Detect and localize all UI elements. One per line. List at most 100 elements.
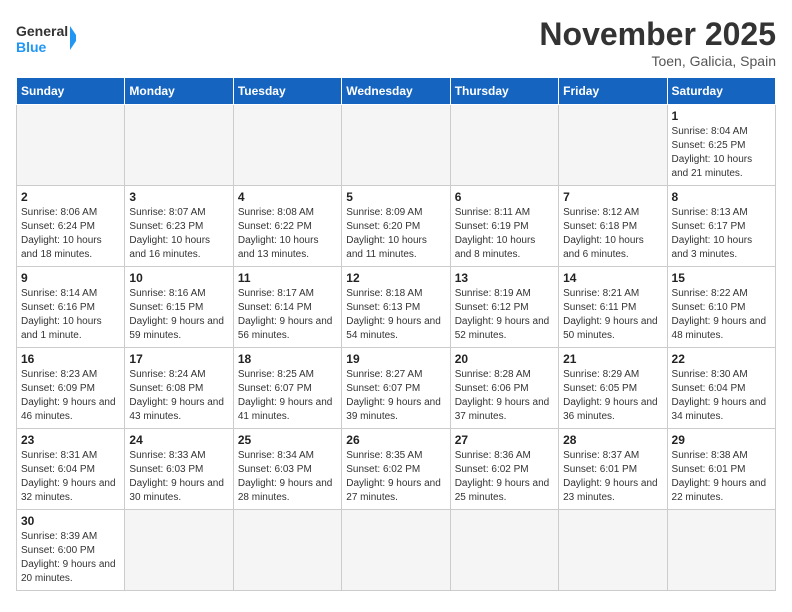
day-number: 6 <box>455 190 554 204</box>
logo: General Blue <box>16 16 76 60</box>
calendar-table: SundayMondayTuesdayWednesdayThursdayFrid… <box>16 77 776 591</box>
day-number: 25 <box>238 433 337 447</box>
calendar-cell: 14 Sunrise: 8:21 AM Sunset: 6:11 PM Dayli… <box>559 267 667 348</box>
day-number: 10 <box>129 271 228 285</box>
day-number: 13 <box>455 271 554 285</box>
weekday-header-sunday: Sunday <box>17 78 125 105</box>
day-info: Sunrise: 8:04 AM Sunset: 6:25 PM Dayligh… <box>672 125 771 181</box>
day-info: Sunrise: 8:06 AM Sunset: 6:24 PM Dayligh… <box>21 206 120 262</box>
day-number: 4 <box>238 190 337 204</box>
weekday-header-monday: Monday <box>125 78 233 105</box>
day-number: 26 <box>346 433 445 447</box>
page-header: General Blue November 2025 Toen, Galicia… <box>16 16 776 69</box>
day-info: Sunrise: 8:12 AM Sunset: 6:18 PM Dayligh… <box>563 206 662 262</box>
day-info: Sunrise: 8:14 AM Sunset: 6:16 PM Dayligh… <box>21 287 120 343</box>
calendar-cell: 29Sunrise: 8:38 AM Sunset: 6:01 PM Dayli… <box>667 429 775 510</box>
day-number: 27 <box>455 433 554 447</box>
weekday-header-tuesday: Tuesday <box>233 78 341 105</box>
day-number: 15 <box>672 271 771 285</box>
day-info: Sunrise: 8:11 AM Sunset: 6:19 PM Dayligh… <box>455 206 554 262</box>
day-info: Sunrise: 8:39 AM Sunset: 6:00 PM Dayligh… <box>21 530 120 586</box>
day-info: Sunrise: 8:33 AM Sunset: 6:03 PM Dayligh… <box>129 449 228 505</box>
day-info: Sunrise: 8:09 AM Sunset: 6:20 PM Dayligh… <box>346 206 445 262</box>
day-info: Sunrise: 8:27 AM Sunset: 6:07 PM Dayligh… <box>346 368 445 424</box>
calendar-cell: 5Sunrise: 8:09 AM Sunset: 6:20 PM Daylig… <box>342 186 450 267</box>
calendar-cell: 16Sunrise: 8:23 AM Sunset: 6:09 PM Dayli… <box>17 348 125 429</box>
calendar-cell: 20 Sunrise: 8:28 AM Sunset: 6:06 PM Dayli… <box>450 348 558 429</box>
calendar-cell: 28 Sunrise: 8:37 AM Sunset: 6:01 PM Dayli… <box>559 429 667 510</box>
day-number: 1 <box>672 109 771 123</box>
day-number: 19 <box>346 352 445 366</box>
calendar-cell: 24 Sunrise: 8:33 AM Sunset: 6:03 PM Dayli… <box>125 429 233 510</box>
calendar-cell <box>125 510 233 591</box>
calendar-cell: 30 Sunrise: 8:39 AM Sunset: 6:00 PM Dayli… <box>17 510 125 591</box>
calendar-cell: 8 Sunrise: 8:13 AM Sunset: 6:17 PM Daylig… <box>667 186 775 267</box>
calendar-cell: 17 Sunrise: 8:24 AM Sunset: 6:08 PM Dayli… <box>125 348 233 429</box>
calendar-cell <box>559 105 667 186</box>
weekday-header-wednesday: Wednesday <box>342 78 450 105</box>
calendar-cell: 12 Sunrise: 8:18 AM Sunset: 6:13 PM Dayli… <box>342 267 450 348</box>
day-info: Sunrise: 8:28 AM Sunset: 6:06 PM Dayligh… <box>455 368 554 424</box>
day-info: Sunrise: 8:36 AM Sunset: 6:02 PM Dayligh… <box>455 449 554 505</box>
calendar-cell: 11 Sunrise: 8:17 AM Sunset: 6:14 PM Dayli… <box>233 267 341 348</box>
calendar-cell: 25 Sunrise: 8:34 AM Sunset: 6:03 PM Dayli… <box>233 429 341 510</box>
day-info: Sunrise: 8:17 AM Sunset: 6:14 PM Dayligh… <box>238 287 337 343</box>
day-number: 30 <box>21 514 120 528</box>
day-info: Sunrise: 8:13 AM Sunset: 6:17 PM Dayligh… <box>672 206 771 262</box>
day-info: Sunrise: 8:30 AM Sunset: 6:04 PM Dayligh… <box>672 368 771 424</box>
calendar-cell: 22 Sunrise: 8:30 AM Sunset: 6:04 PM Dayli… <box>667 348 775 429</box>
day-number: 23 <box>21 433 120 447</box>
weekday-header-friday: Friday <box>559 78 667 105</box>
calendar-cell: 4 Sunrise: 8:08 AM Sunset: 6:22 PM Daylig… <box>233 186 341 267</box>
calendar-cell <box>667 510 775 591</box>
calendar-cell: 9Sunrise: 8:14 AM Sunset: 6:16 PM Daylig… <box>17 267 125 348</box>
calendar-cell <box>342 510 450 591</box>
day-number: 8 <box>672 190 771 204</box>
day-number: 3 <box>129 190 228 204</box>
calendar-cell: 15 Sunrise: 8:22 AM Sunset: 6:10 PM Dayli… <box>667 267 775 348</box>
calendar-cell <box>342 105 450 186</box>
day-info: Sunrise: 8:19 AM Sunset: 6:12 PM Dayligh… <box>455 287 554 343</box>
day-info: Sunrise: 8:24 AM Sunset: 6:08 PM Dayligh… <box>129 368 228 424</box>
day-number: 24 <box>129 433 228 447</box>
weekday-header-saturday: Saturday <box>667 78 775 105</box>
calendar-cell: 23 Sunrise: 8:31 AM Sunset: 6:04 PM Dayli… <box>17 429 125 510</box>
day-info: Sunrise: 8:08 AM Sunset: 6:22 PM Dayligh… <box>238 206 337 262</box>
day-info: Sunrise: 8:21 AM Sunset: 6:11 PM Dayligh… <box>563 287 662 343</box>
calendar-cell: 19 Sunrise: 8:27 AM Sunset: 6:07 PM Dayli… <box>342 348 450 429</box>
day-number: 14 <box>563 271 662 285</box>
title-block: November 2025 Toen, Galicia, Spain <box>539 16 776 69</box>
month-title: November 2025 <box>539 16 776 53</box>
day-number: 29 <box>672 433 771 447</box>
calendar-cell: 27 Sunrise: 8:36 AM Sunset: 6:02 PM Dayli… <box>450 429 558 510</box>
day-info: Sunrise: 8:25 AM Sunset: 6:07 PM Dayligh… <box>238 368 337 424</box>
day-number: 7 <box>563 190 662 204</box>
calendar-cell: 21Sunrise: 8:29 AM Sunset: 6:05 PM Dayli… <box>559 348 667 429</box>
day-number: 17 <box>129 352 228 366</box>
day-number: 18 <box>238 352 337 366</box>
day-number: 28 <box>563 433 662 447</box>
calendar-cell: 18 Sunrise: 8:25 AM Sunset: 6:07 PM Dayli… <box>233 348 341 429</box>
calendar-cell <box>125 105 233 186</box>
day-info: Sunrise: 8:16 AM Sunset: 6:15 PM Dayligh… <box>129 287 228 343</box>
day-info: Sunrise: 8:35 AM Sunset: 6:02 PM Dayligh… <box>346 449 445 505</box>
day-number: 12 <box>346 271 445 285</box>
weekday-header-thursday: Thursday <box>450 78 558 105</box>
day-info: Sunrise: 8:29 AM Sunset: 6:05 PM Dayligh… <box>563 368 662 424</box>
day-info: Sunrise: 8:22 AM Sunset: 6:10 PM Dayligh… <box>672 287 771 343</box>
day-number: 22 <box>672 352 771 366</box>
calendar-cell: 7 Sunrise: 8:12 AM Sunset: 6:18 PM Daylig… <box>559 186 667 267</box>
calendar-cell <box>17 105 125 186</box>
calendar-cell <box>233 510 341 591</box>
logo-svg: General Blue <box>16 16 76 60</box>
calendar-cell: 13 Sunrise: 8:19 AM Sunset: 6:12 PM Dayli… <box>450 267 558 348</box>
calendar-cell: 6 Sunrise: 8:11 AM Sunset: 6:19 PM Daylig… <box>450 186 558 267</box>
day-info: Sunrise: 8:34 AM Sunset: 6:03 PM Dayligh… <box>238 449 337 505</box>
day-number: 20 <box>455 352 554 366</box>
day-number: 11 <box>238 271 337 285</box>
day-info: Sunrise: 8:18 AM Sunset: 6:13 PM Dayligh… <box>346 287 445 343</box>
day-number: 2 <box>21 190 120 204</box>
calendar-cell: 3Sunrise: 8:07 AM Sunset: 6:23 PM Daylig… <box>125 186 233 267</box>
day-info: Sunrise: 8:31 AM Sunset: 6:04 PM Dayligh… <box>21 449 120 505</box>
day-info: Sunrise: 8:37 AM Sunset: 6:01 PM Dayligh… <box>563 449 662 505</box>
